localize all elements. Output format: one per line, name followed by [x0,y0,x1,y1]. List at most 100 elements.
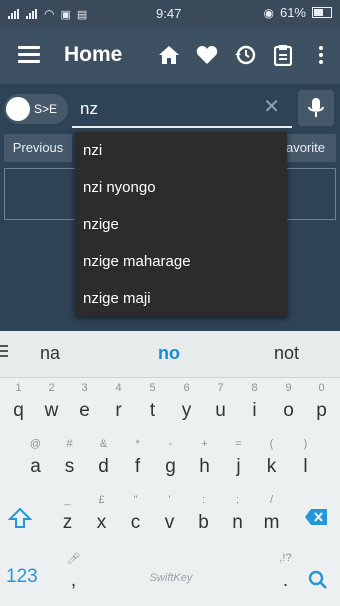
key-w[interactable]: 2w [36,380,67,426]
key-alt: 0 [318,382,325,394]
language-direction-toggle[interactable]: S>E [4,94,68,124]
key-alt: ( [269,438,274,450]
key-x[interactable]: £ x [86,492,117,538]
key-t[interactable]: 5t [137,380,168,426]
key-n[interactable]: ; n [222,492,253,538]
spacebar[interactable]: SwiftKey [96,562,246,594]
suggestion-item[interactable]: nzige maji [75,280,287,317]
key-label: i [252,400,257,421]
key-label: u [215,400,226,421]
search-key[interactable] [308,570,328,595]
backspace-key[interactable] [304,508,328,531]
keyboard: 1q 2w 3e 4r 5t 6y 7u 8i 9o 0p @ a # s & d *… [0,378,340,606]
key-label: q [13,400,24,421]
keyboard-menu-icon[interactable] [0,345,8,360]
key-o[interactable]: 9o [273,380,304,426]
key-q[interactable]: 1q [3,380,34,426]
page-title: Home [64,43,123,66]
search-field[interactable]: ✕ [72,90,292,128]
key-alt: = [235,438,242,450]
key-alt: @ [29,438,42,450]
suggestion-item[interactable]: nzige [75,206,287,243]
key-c[interactable]: " c [120,492,151,538]
status-icons-left: ◠ ▣ ▤ [8,7,87,21]
microphone-button[interactable] [298,90,334,126]
key-label: x [96,512,107,533]
autocomplete-dropdown: nzi nzi nyongo nzige nzige maharage nzig… [75,132,287,316]
favorite-heart-icon[interactable] [194,42,220,68]
more-options-icon[interactable] [308,42,334,68]
suggestion-left[interactable]: na [40,343,60,364]
favorite-button[interactable]: avorite [280,134,336,162]
key-label: e [79,400,90,421]
image-icon: ▣ [60,8,71,21]
key-k[interactable]: (k [256,436,287,482]
period-key[interactable]: ,!? . [270,550,301,596]
key-f[interactable]: * f [122,436,153,482]
key-z[interactable]: _ z [52,492,83,538]
key-label: j [236,456,241,477]
signal-icon-2 [26,9,38,19]
suggestion-item[interactable]: nzi [75,132,287,169]
menu-icon[interactable] [18,46,40,64]
key-label: n [232,512,243,533]
key-alt: 2 [48,382,55,394]
key-alt: & [99,438,108,450]
toggle-knob [6,97,30,121]
mic-small-icon: 🎤︎ [66,553,81,565]
key-h[interactable]: + h [189,436,220,482]
key-e[interactable]: 3e [69,380,100,426]
clipboard-icon[interactable] [270,42,296,68]
numbers-key[interactable]: 123 [6,566,38,588]
key-d[interactable]: & d [88,436,119,482]
comma-key[interactable]: 🎤︎ , [58,550,89,596]
key-y[interactable]: 6y [171,380,202,426]
key-label: b [198,512,209,533]
key-a[interactable]: @ a [20,436,51,482]
key-j[interactable]: = j [223,436,254,482]
wifi-icon: ◠ [44,7,55,21]
key-v[interactable]: ' v [154,492,185,538]
backspace-icon [305,509,327,525]
key-l[interactable]: ) l [290,436,321,482]
previous-button[interactable]: Previous [4,134,72,162]
suggestion-item[interactable]: nzige maharage [75,243,287,280]
suggestion-middle[interactable]: no [158,343,180,364]
key-alt: £ [98,494,105,506]
key-label: k [266,456,277,477]
key-g[interactable]: -g [155,436,186,482]
clear-icon[interactable]: ✕ [263,94,280,119]
key-alt: # [66,438,73,450]
suggestion-item[interactable]: nzi nyongo [75,169,287,206]
key-alt: 4 [115,382,122,394]
key-label: o [283,400,294,421]
key-alt: 3 [81,382,88,394]
status-icons-right: ◉ 61% [263,5,332,20]
key-alt: 8 [251,382,258,394]
key-m[interactable]: / m [256,492,287,538]
key-alt: / [269,494,274,506]
key-p[interactable]: 0p [306,380,337,426]
history-icon[interactable] [232,42,258,68]
key-label: c [130,512,141,533]
key-b[interactable]: :b [188,492,219,538]
key-label: m [263,512,280,533]
key-alt: 7 [217,382,224,394]
key-u[interactable]: 7u [205,380,236,426]
shift-key[interactable] [7,506,33,535]
key-label: y [181,400,192,421]
home-icon[interactable] [156,42,182,68]
signal-icon [8,9,20,19]
suggestion-right[interactable]: not [274,343,299,364]
key-label: r [115,400,122,421]
key-alt: _ [64,494,71,506]
key-r[interactable]: 4r [103,380,134,426]
key-i[interactable]: 8i [239,380,270,426]
key-s[interactable]: # s [54,436,85,482]
key-alt: 6 [183,382,190,394]
key-label: p [316,400,327,421]
key-label: s [64,456,75,477]
key-alt: ,!? [279,552,292,564]
search-input[interactable] [78,94,257,124]
battery-icon [312,7,332,18]
